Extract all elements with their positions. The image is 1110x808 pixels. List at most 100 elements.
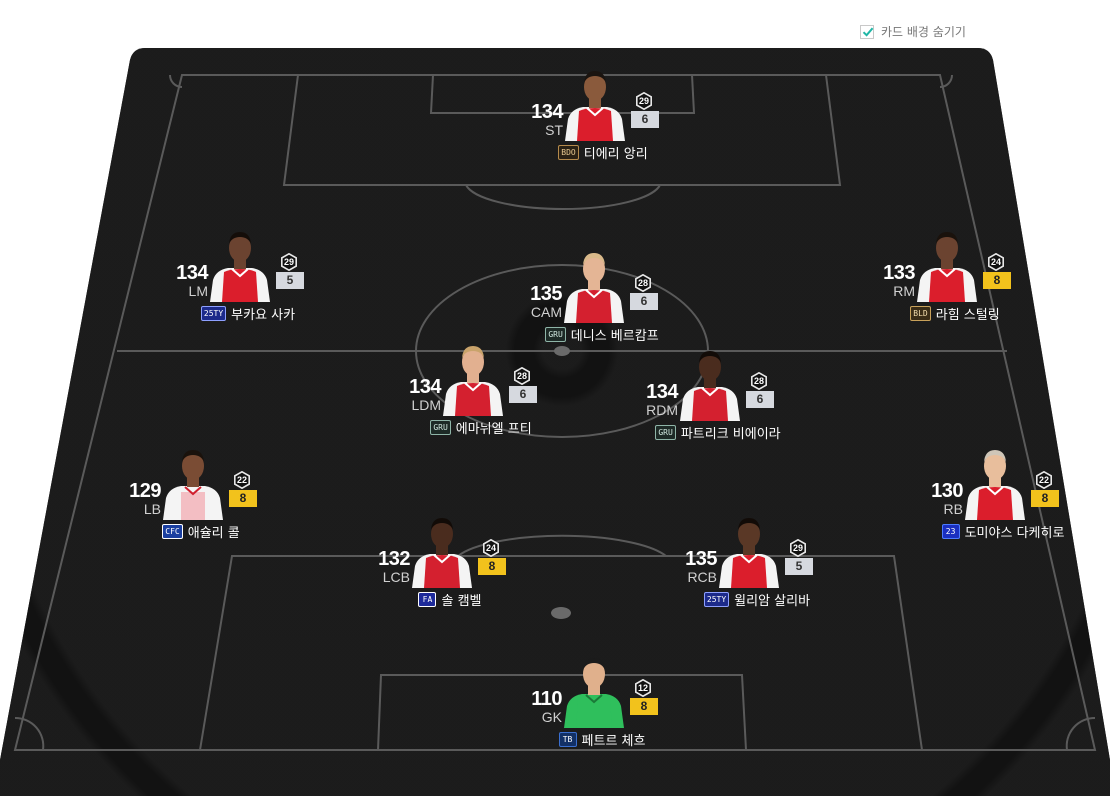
player-position: LM	[188, 283, 208, 299]
player-ovr: 135	[685, 548, 717, 570]
player-photo	[963, 442, 1027, 520]
player-card-gk[interactable]: 110 GK 12 8 TB 페트르 체흐	[482, 658, 722, 808]
player-name-line: GRU 파트리크 비에이라	[598, 423, 838, 442]
player-card-st[interactable]: 134 ST 29 6 BDO 티에리 앙리	[483, 71, 723, 221]
player-ovr: 134	[646, 381, 678, 403]
player-name: 데니스 베르캄프	[570, 329, 659, 344]
player-photo-icon	[680, 351, 740, 421]
player-position: GK	[541, 709, 562, 725]
upgrade-badge: 12	[634, 678, 652, 698]
upgrade-value: 28	[516, 371, 527, 381]
player-card-rcb[interactable]: 135 RCB 29 5 25TY 윌리암 살리바	[637, 518, 877, 668]
enhance-level: 6	[630, 293, 658, 310]
player-card-lb[interactable]: 129 LB 22 8 CFC 애슐리 콜	[81, 450, 321, 600]
season-icon: 23	[941, 524, 960, 539]
player-position: CAM	[530, 304, 562, 320]
season-icon: BDO	[558, 145, 579, 160]
season-icon: 25TY	[703, 592, 730, 607]
season-icon: FA	[418, 592, 437, 607]
enhance-level: 6	[631, 111, 659, 128]
enhance-level: 8	[1031, 490, 1059, 507]
upgrade-badge: 22	[233, 470, 251, 490]
player-photo	[441, 338, 505, 416]
player-ovr: 134	[176, 262, 208, 284]
player-name-line: 25TY 부카요 사카	[128, 304, 368, 323]
player-card-rm[interactable]: 133 RM 24 8 BLD 라힘 스털링	[835, 232, 1075, 382]
upgrade-badge: 24	[987, 252, 1005, 272]
player-photo-icon	[210, 232, 270, 302]
player-position: RDM	[646, 402, 678, 418]
upgrade-badge: 29	[789, 538, 807, 558]
season-icon: CFC	[162, 524, 183, 539]
season-icon: TB	[558, 732, 577, 747]
player-position: RM	[893, 283, 915, 299]
player-photo	[562, 650, 626, 728]
player-photo-icon	[564, 253, 624, 323]
upgrade-badge: 24	[482, 538, 500, 558]
upgrade-value: 22	[1038, 475, 1049, 485]
player-name-line: FA 솔 캠벨	[330, 590, 570, 609]
player-card-lcb[interactable]: 132 LCB 24 8 FA 솔 캠벨	[330, 518, 570, 668]
player-photo	[915, 224, 979, 302]
player-name-line: GRU 에마뉘엘 프티	[361, 418, 601, 437]
upgrade-badge: 28	[634, 273, 652, 293]
upgrade-value: 29	[283, 257, 294, 267]
player-photo-icon	[443, 346, 503, 416]
player-photo-icon	[564, 658, 624, 728]
player-position: ST	[545, 122, 563, 138]
player-name-line: 25TY 윌리암 살리바	[637, 590, 877, 609]
player-name-line: GRU 데니스 베르캄프	[482, 325, 722, 344]
season-icon: 25TY	[200, 306, 227, 321]
player-photo-icon	[163, 450, 223, 520]
upgrade-badge: 22	[1035, 470, 1053, 490]
season-icon: GRU	[545, 327, 566, 342]
player-photo-icon	[412, 518, 472, 588]
upgrade-value: 28	[637, 278, 648, 288]
player-name-line: BDO 티에리 앙리	[483, 143, 723, 162]
enhance-level: 6	[509, 386, 537, 403]
season-icon: GRU	[430, 420, 451, 435]
upgrade-value: 24	[485, 543, 496, 553]
player-card-rdm[interactable]: 134 RDM 28 6 GRU 파트리크 비에이라	[598, 351, 838, 501]
player-photo	[410, 510, 474, 588]
player-name-line: TB 페트르 체흐	[482, 730, 722, 749]
enhance-level: 8	[983, 272, 1011, 289]
player-ovr: 135	[530, 283, 562, 305]
player-card-ldm[interactable]: 134 LDM 28 6 GRU 에마뉘엘 프티	[361, 346, 601, 496]
player-name: 티에리 앙리	[583, 147, 648, 162]
player-photo-icon	[965, 450, 1025, 520]
enhance-level: 5	[785, 558, 813, 575]
enhance-level: 8	[229, 490, 257, 507]
player-photo	[161, 442, 225, 520]
player-position: LDM	[411, 397, 441, 413]
upgrade-badge: 28	[750, 371, 768, 391]
upgrade-badge: 29	[635, 91, 653, 111]
season-icon: BLD	[910, 306, 931, 321]
player-name: 애슐리 콜	[187, 526, 240, 541]
upgrade-badge: 28	[513, 366, 531, 386]
season-icon: GRU	[655, 425, 676, 440]
player-photo-icon	[719, 518, 779, 588]
player-name-line: 23 도미야스 다케히로	[883, 522, 1110, 541]
player-name: 파트리크 비에이라	[680, 427, 781, 442]
player-name: 윌리암 살리바	[734, 594, 811, 609]
player-position: LCB	[382, 569, 410, 585]
player-name-line: CFC 애슐리 콜	[81, 522, 321, 541]
enhance-level: 6	[746, 391, 774, 408]
player-photo	[562, 245, 626, 323]
upgrade-value: 29	[638, 96, 649, 106]
player-card-lm[interactable]: 134 LM 29 5 25TY 부카요 사카	[128, 232, 368, 382]
upgrade-value: 22	[236, 475, 247, 485]
enhance-level: 8	[630, 698, 658, 715]
player-position: LB	[143, 501, 161, 517]
player-photo	[208, 224, 272, 302]
player-photo	[717, 510, 781, 588]
player-name-line: BLD 라힘 스털링	[835, 304, 1075, 323]
player-card-rb[interactable]: 130 RB 22 8 23 도미야스 다케히로	[883, 450, 1110, 600]
player-ovr: 129	[129, 480, 161, 502]
player-photo-icon	[917, 232, 977, 302]
player-ovr: 134	[409, 376, 441, 398]
upgrade-badge: 29	[280, 252, 298, 272]
player-name: 라힘 스털링	[935, 308, 1000, 323]
enhance-level: 5	[276, 272, 304, 289]
